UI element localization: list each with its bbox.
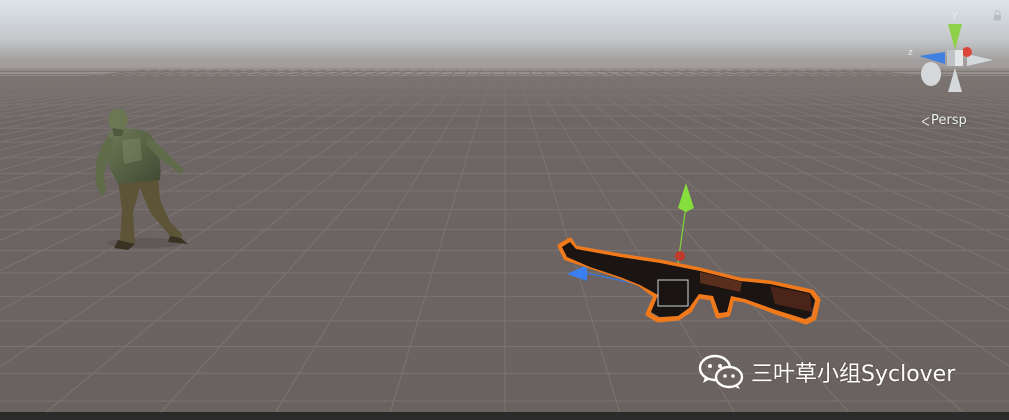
watermark-text: 三叶草小组Syclover [751,362,956,387]
projection-label: Persp [931,113,967,128]
gizmo-neg-z-cone[interactable] [921,62,941,86]
gizmo-neg-y-cone[interactable] [948,68,962,92]
projection-toggle[interactable]: Persp [921,113,967,128]
wechat-icon [698,354,744,389]
sky [0,0,1009,72]
scene-view[interactable]: y z Persp 三叶草小组Syclover [0,0,1009,420]
watermark: 三叶草小组Syclover [697,352,955,392]
lock-icon[interactable] [993,10,1002,21]
gizmo-y-label: y [952,10,958,20]
bottom-edge [0,412,1009,420]
gizmo-x-axis-cone[interactable] [962,47,993,66]
chevron-left-icon [921,117,929,125]
gizmo-center-cube[interactable] [947,50,963,66]
gizmo-z-label: z [908,48,913,58]
gizmo-y-axis-cone[interactable] [948,24,962,50]
